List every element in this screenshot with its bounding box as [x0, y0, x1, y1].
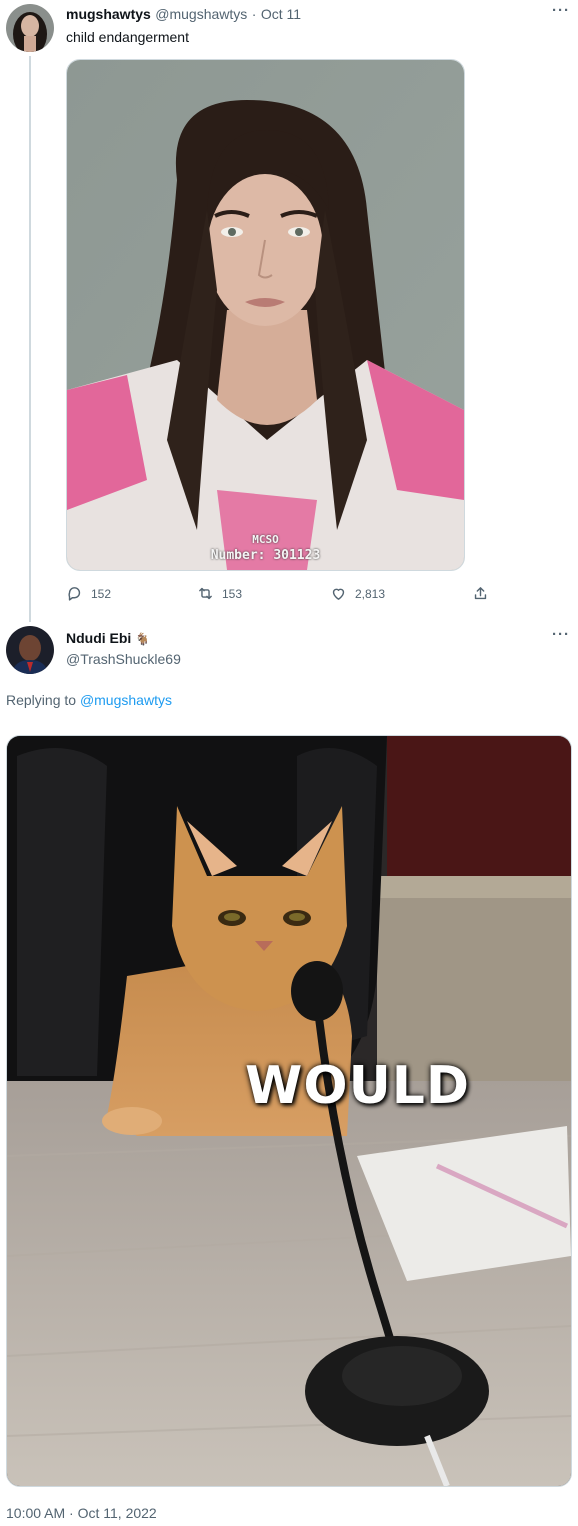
- replying-to: Replying to @mugshawtys: [6, 692, 172, 708]
- like-icon: [332, 588, 345, 600]
- display-name: Ndudi Ebi 🐐: [66, 630, 150, 646]
- reply-button[interactable]: 152: [66, 585, 111, 602]
- replying-to-label: Replying to: [6, 692, 77, 708]
- goat-emoji-icon: 🐐: [135, 632, 151, 646]
- more-icon[interactable]: ···: [552, 626, 570, 643]
- handle[interactable]: @TrashShuckle69: [66, 651, 181, 667]
- reply-icon: [68, 587, 81, 601]
- tweet-date[interactable]: Oct 11: [261, 6, 301, 22]
- tweet-text: child endangerment: [66, 29, 189, 45]
- handle[interactable]: @mugshawtys: [155, 6, 247, 22]
- mugshot-caption: MCSO Number: 301123: [67, 533, 464, 563]
- reply-count: 152: [91, 586, 112, 601]
- reply-photo[interactable]: WOULD: [6, 735, 572, 1487]
- retweet-count: 153: [222, 586, 243, 601]
- mugshot-caption-number: Number: 301123: [210, 548, 321, 563]
- mugshot-caption-agency: MCSO: [252, 533, 279, 546]
- thread-connector-line: [29, 56, 31, 622]
- share-icon: [474, 587, 487, 600]
- display-name[interactable]: mugshawtys: [66, 6, 151, 22]
- avatar-ndudi-ebi[interactable]: [6, 626, 54, 674]
- more-icon[interactable]: ···: [552, 2, 570, 19]
- retweet-icon: [199, 587, 212, 600]
- like-count: 2,813: [355, 586, 386, 601]
- tweet-header: mugshawtys @mugshawtys · Oct 11: [66, 6, 301, 24]
- tweet-photo[interactable]: MCSO Number: 301123: [66, 59, 465, 571]
- display-name-text[interactable]: Ndudi Ebi: [66, 630, 131, 646]
- tweet-timestamp[interactable]: 10:00 AM · Oct 11, 2022: [6, 1505, 157, 1521]
- replying-to-link[interactable]: @mugshawtys: [80, 692, 172, 708]
- meme-caption: WOULD: [245, 1056, 471, 1116]
- separator-dot: ·: [251, 6, 257, 22]
- share-button[interactable]: [472, 585, 489, 602]
- retweet-button[interactable]: 153: [197, 585, 242, 602]
- like-button[interactable]: 2,813: [330, 585, 385, 602]
- avatar-mugshawtys[interactable]: [6, 4, 54, 52]
